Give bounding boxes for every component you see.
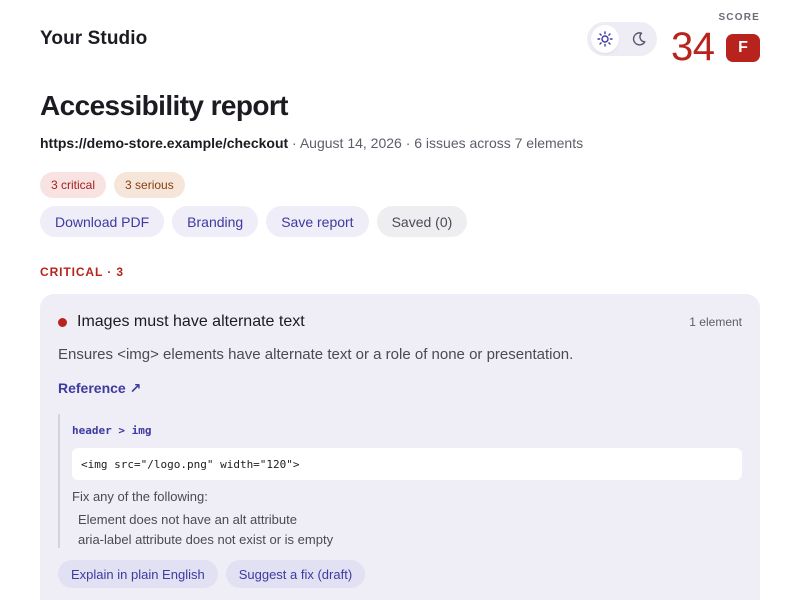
light-theme-button[interactable]	[591, 25, 619, 53]
explain-button[interactable]: Explain in plain English	[58, 560, 218, 588]
grade-badge: F	[726, 34, 760, 62]
fix-item: aria-label attribute does not exist or i…	[78, 532, 334, 547]
issue-title: Images must have alternate text	[77, 313, 305, 330]
download-pdf-button[interactable]: Download PDF	[40, 206, 165, 237]
dark-theme-button[interactable]	[625, 25, 653, 53]
branding-button[interactable]: Branding	[172, 206, 259, 237]
theme-toggle	[587, 22, 657, 56]
fix-list: Element does not have an alt attribute a…	[78, 510, 333, 550]
serious-count-pill: 3 serious	[114, 172, 185, 198]
report-meta: https://demo-store.example/checkout · Au…	[40, 135, 583, 151]
issue-description: Ensures <img> elements have alternate te…	[58, 346, 574, 363]
fix-item: Element does not have an alt attribute	[78, 512, 297, 527]
moon-icon	[632, 32, 646, 46]
fix-heading: Fix any of the following:	[72, 489, 208, 504]
affected-node: header > img <img src="/logo.png" width=…	[58, 414, 742, 548]
issue-element-count: 1 element	[689, 315, 742, 329]
critical-count-pill: 3 critical	[40, 172, 107, 198]
report-meta-details: · August 14, 2026 · 6 issues across 7 el…	[288, 135, 584, 151]
critical-severity-dot	[58, 318, 67, 327]
critical-section-heading: CRITICAL · 3	[40, 265, 124, 279]
save-report-button[interactable]: Save report	[266, 206, 369, 237]
score-value: 34	[671, 25, 715, 69]
audited-url: https://demo-store.example/checkout	[40, 135, 289, 151]
saved-reports-button[interactable]: Saved (0)	[376, 206, 468, 237]
severity-pills: 3 critical 3 serious	[40, 172, 185, 198]
node-selector: header > img	[72, 424, 152, 437]
reference-link[interactable]: Reference ↗	[58, 380, 141, 397]
report-actions: Download PDF Branding Save report Saved …	[40, 206, 468, 237]
report-page: Your Studio SCORE 34 F Accessibility rep…	[0, 0, 800, 600]
node-html-snippet: <img src="/logo.png" width="120">	[72, 448, 742, 480]
issue-card: Images must have alternate text 1 elemen…	[40, 294, 760, 600]
studio-name: Your Studio	[40, 28, 148, 49]
score-label: SCORE	[718, 12, 760, 23]
suggest-fix-button[interactable]: Suggest a fix (draft)	[225, 560, 366, 588]
page-title: Accessibility report	[40, 90, 288, 121]
sun-icon	[597, 31, 613, 47]
issue-actions: Explain in plain English Suggest a fix (…	[58, 560, 366, 588]
